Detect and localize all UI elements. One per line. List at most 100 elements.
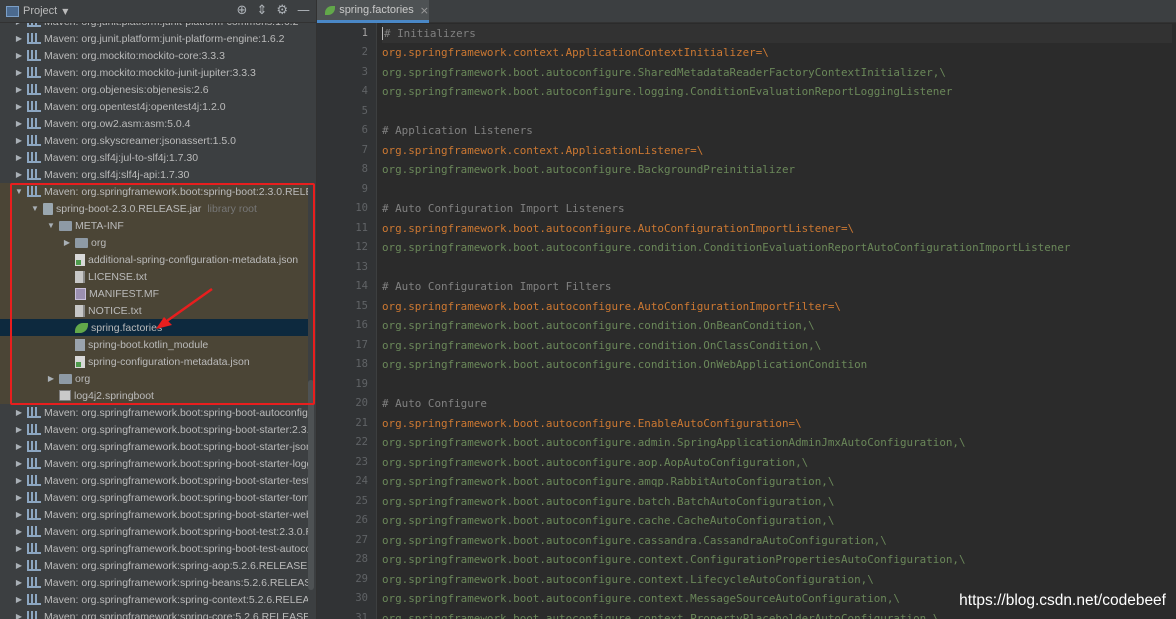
collapsed-arrow-icon[interactable]: ▶ xyxy=(14,527,24,536)
line-number: 8 xyxy=(361,163,368,175)
tree-scrollbar-thumb[interactable] xyxy=(308,380,314,590)
code-line[interactable]: org.springframework.boot.autoconfigure.c… xyxy=(382,589,900,609)
collapsed-arrow-icon[interactable]: ▶ xyxy=(14,136,24,145)
code-line[interactable]: org.springframework.boot.autoconfigure.c… xyxy=(382,531,887,551)
code-line[interactable]: org.springframework.boot.autoconfigure.B… xyxy=(382,160,795,180)
code-line[interactable]: org.springframework.boot.autoconfigure.c… xyxy=(382,336,821,356)
collapsed-arrow-icon[interactable]: ▶ xyxy=(14,425,24,434)
tree-row[interactable]: ▶ Maven: org.mockito:mockito-core:3.3.3 xyxy=(0,47,310,64)
code-line[interactable]: org.springframework.boot.autoconfigure.a… xyxy=(382,472,834,492)
tree-row[interactable]: ▶ Maven: org.springframework.boot:spring-… xyxy=(0,506,310,523)
collapsed-arrow-icon[interactable]: ▶ xyxy=(14,459,24,468)
tree-row[interactable]: ▶ Maven: org.skyscreamer:jsonassert:1.5.0 xyxy=(0,132,310,149)
code-line[interactable]: # Auto Configuration Import Filters xyxy=(382,277,612,297)
locate-file-icon[interactable]: ⊕ xyxy=(237,3,248,19)
collapsed-arrow-icon[interactable]: ▶ xyxy=(14,510,24,519)
project-panel-title[interactable]: Project xyxy=(23,5,57,17)
maven-library-icon xyxy=(27,50,41,61)
code-line[interactable]: org.springframework.boot.autoconfigure.a… xyxy=(382,453,808,473)
collapsed-arrow-icon[interactable]: ▶ xyxy=(14,153,24,162)
collapsed-arrow-icon[interactable]: ▶ xyxy=(14,34,24,43)
code-line[interactable]: # Application Listeners xyxy=(382,121,533,141)
code-line[interactable]: org.springframework.boot.autoconfigure.c… xyxy=(382,238,1070,258)
collapsed-arrow-icon[interactable]: ▶ xyxy=(14,119,24,128)
code-line[interactable]: org.springframework.boot.autoconfigure.c… xyxy=(382,316,815,336)
tree-row[interactable]: ▶ Maven: org.springframework.boot:spring-… xyxy=(0,455,310,472)
code-line-text: org.springframework.boot.autoconfigure.E… xyxy=(382,416,802,430)
close-icon[interactable]: × xyxy=(420,4,429,17)
code-line[interactable]: org.springframework.boot.autoconfigure.c… xyxy=(382,511,834,531)
tree-row[interactable]: ▶ Maven: org.springframework.boot:spring-… xyxy=(0,540,310,557)
tree-row[interactable]: ▶ Maven: org.slf4j:slf4j-api:1.7.30 xyxy=(0,166,310,183)
code-area[interactable]: # Initializers org.springframework.contex… xyxy=(382,23,1172,619)
code-line-text: org.springframework.context.ApplicationL… xyxy=(382,143,704,157)
collapsed-arrow-icon[interactable]: ▶ xyxy=(14,595,24,604)
code-line[interactable]: org.springframework.boot.autoconfigure.c… xyxy=(382,609,939,619)
code-line[interactable]: org.springframework.boot.autoconfigure.A… xyxy=(382,297,841,317)
tree-row[interactable]: ▶ Maven: org.springframework:spring-aop:5… xyxy=(0,557,310,574)
tree-row[interactable]: ▶ Maven: org.springframework.boot:spring-… xyxy=(0,421,310,438)
code-line[interactable]: org.springframework.boot.autoconfigure.b… xyxy=(382,492,834,512)
chevron-down-icon[interactable]: ▼ xyxy=(62,7,68,16)
code-line[interactable]: org.springframework.context.ApplicationC… xyxy=(382,43,769,63)
collapsed-arrow-icon[interactable]: ▶ xyxy=(14,51,24,60)
tree-row[interactable]: ▶ Maven: org.springframework.boot:spring-… xyxy=(0,523,310,540)
tree-row-label: Maven: org.springframework.boot:spring-b… xyxy=(44,474,310,487)
collapsed-arrow-icon[interactable]: ▶ xyxy=(14,578,24,587)
tab-label: spring.factories xyxy=(339,4,414,16)
hide-panel-icon[interactable]: — xyxy=(297,3,310,19)
collapsed-arrow-icon[interactable]: ▶ xyxy=(14,102,24,111)
tree-row[interactable]: ▶ Maven: org.springframework.boot:spring-… xyxy=(0,472,310,489)
code-line[interactable]: org.springframework.boot.autoconfigure.c… xyxy=(382,355,867,375)
tree-row-label: Maven: org.junit.platform:junit-platform… xyxy=(44,32,285,45)
tree-row[interactable]: ▶ Maven: org.ow2.asm:asm:5.0.4 xyxy=(0,115,310,132)
tree-row[interactable]: ▶ Maven: org.springframework.boot:spring-… xyxy=(0,489,310,506)
tree-row[interactable]: ▶ Maven: org.springframework.boot:spring-… xyxy=(0,404,310,421)
collapsed-arrow-icon[interactable]: ▶ xyxy=(14,68,24,77)
code-line[interactable]: org.springframework.boot.autoconfigure.c… xyxy=(382,570,874,590)
collapsed-arrow-icon[interactable]: ▶ xyxy=(14,170,24,179)
tab-spring-factories[interactable]: spring.factories × xyxy=(317,0,429,23)
line-number: 6 xyxy=(361,124,368,136)
tree-row[interactable]: ▶ Maven: org.slf4j:jul-to-slf4j:1.7.30 xyxy=(0,149,310,166)
collapsed-arrow-icon[interactable]: ▶ xyxy=(14,476,24,485)
tree-row-label: Maven: org.springframework:spring-contex… xyxy=(44,593,310,606)
collapsed-arrow-icon[interactable]: ▶ xyxy=(14,561,24,570)
code-line-text: # Auto Configuration Import Filters xyxy=(382,280,612,293)
collapsed-arrow-icon[interactable]: ▶ xyxy=(14,612,24,619)
line-number: 27 xyxy=(355,533,368,546)
code-line[interactable]: org.springframework.boot.autoconfigure.l… xyxy=(382,82,952,102)
tree-row[interactable]: ▶ Maven: org.junit.platform:junit-platfor… xyxy=(0,30,310,47)
tree-row[interactable]: ▶ Maven: org.springframework:spring-core:… xyxy=(0,608,310,619)
code-line-text: org.springframework.boot.autoconfigure.a… xyxy=(382,475,835,488)
collapsed-arrow-icon[interactable]: ▶ xyxy=(14,493,24,502)
tree-row[interactable]: ▶ Maven: org.mockito:mockito-junit-jupite… xyxy=(0,64,310,81)
code-line[interactable]: org.springframework.boot.autoconfigure.S… xyxy=(382,63,946,83)
code-line[interactable]: # Initializers xyxy=(382,23,1172,43)
code-line[interactable]: org.springframework.boot.autoconfigure.c… xyxy=(382,550,966,570)
tree-row-label: Maven: org.springframework.boot:spring-b… xyxy=(44,508,310,521)
gear-icon[interactable]: ⚙ xyxy=(276,3,288,19)
line-number: 21 xyxy=(355,416,368,429)
collapsed-arrow-icon[interactable]: ▶ xyxy=(14,442,24,451)
code-line[interactable]: org.springframework.boot.autoconfigure.a… xyxy=(382,433,966,453)
code-line[interactable]: org.springframework.context.ApplicationL… xyxy=(382,141,703,161)
text-caret xyxy=(382,27,383,40)
code-line[interactable]: org.springframework.boot.autoconfigure.E… xyxy=(382,414,802,434)
code-line[interactable]: org.springframework.boot.autoconfigure.A… xyxy=(382,219,854,239)
tree-row[interactable]: ▶ Maven: org.springframework:spring-beans… xyxy=(0,574,310,591)
code-line[interactable]: # Auto Configuration Import Listeners xyxy=(382,199,625,219)
line-number: 23 xyxy=(355,455,368,468)
collapse-all-icon[interactable]: ⇕ xyxy=(256,3,267,19)
tree-row[interactable]: ▶ Maven: org.springframework.boot:spring-… xyxy=(0,438,310,455)
tree-row[interactable]: ▶ Maven: org.objenesis:objenesis:2.6 xyxy=(0,81,310,98)
code-line[interactable]: # Auto Configure xyxy=(382,394,487,414)
maven-library-icon xyxy=(27,577,41,588)
tree-row[interactable]: ▶ Maven: org.springframework:spring-conte… xyxy=(0,591,310,608)
collapsed-arrow-icon[interactable]: ▶ xyxy=(14,408,24,417)
tree-row-label: Maven: org.springframework.boot:spring-b… xyxy=(44,457,310,470)
collapsed-arrow-icon[interactable]: ▶ xyxy=(14,85,24,94)
code-line-text: org.springframework.boot.autoconfigure.c… xyxy=(382,241,1071,254)
collapsed-arrow-icon[interactable]: ▶ xyxy=(14,544,24,553)
tree-row[interactable]: ▶ Maven: org.opentest4j:opentest4j:1.2.0 xyxy=(0,98,310,115)
